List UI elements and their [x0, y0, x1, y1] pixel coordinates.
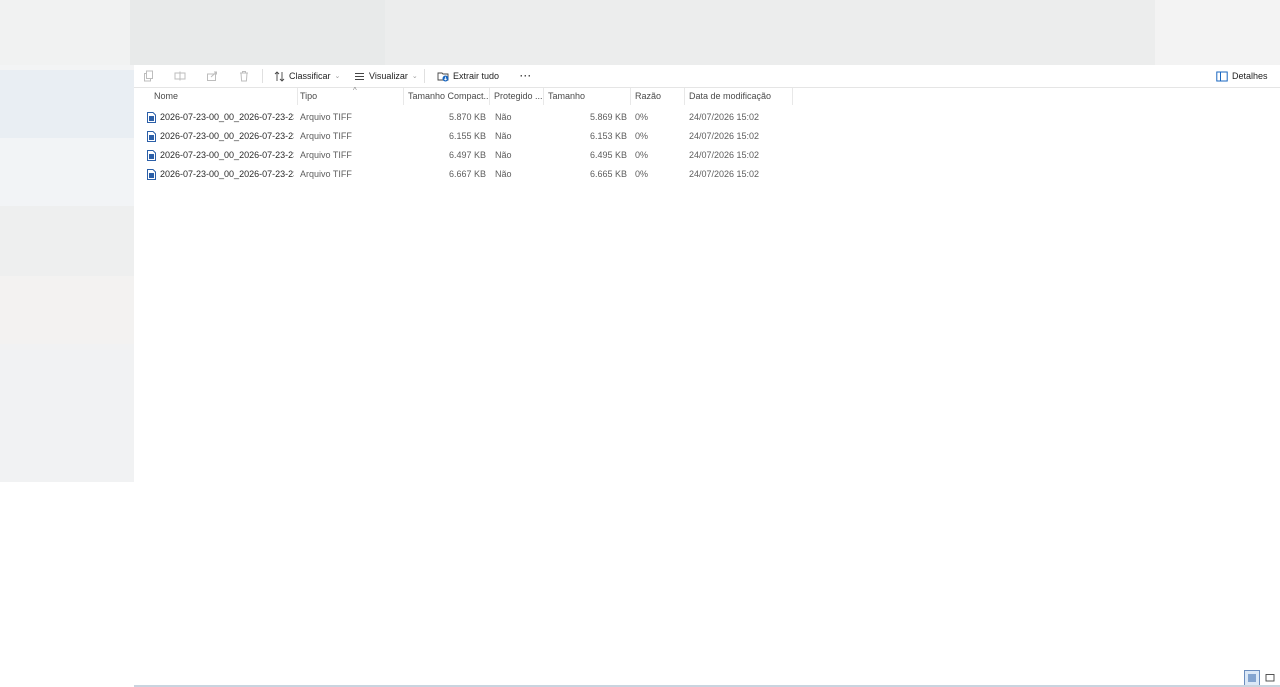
view-button[interactable]: Visualizar ⌄: [354, 68, 418, 84]
file-size: 6.495 KB: [589, 150, 627, 160]
nav-item[interactable]: [0, 344, 134, 482]
tiff-file-icon: [147, 150, 156, 161]
tiff-file-icon: [147, 112, 156, 123]
file-ratio: 0%: [635, 150, 649, 160]
chevron-down-icon: ⌄: [411, 73, 418, 80]
toolbar-separator: [262, 69, 263, 83]
file-size: 6.153 KB: [589, 131, 627, 141]
file-ratio: 0%: [635, 112, 649, 122]
file-compressed-size: 6.667 KB: [448, 169, 486, 179]
search-area: [1155, 0, 1280, 65]
tiff-file-icon: [147, 169, 156, 180]
file-modified: 24/07/2026 15:02: [689, 131, 760, 141]
file-compressed-size: 6.155 KB: [448, 131, 486, 141]
command-bar: Classificar ⌄ Visualizar ⌄ Extrair tudo …: [134, 65, 1280, 88]
view-label: Visualizar: [369, 71, 408, 81]
table-row[interactable]: 2026-07-23-00_00_2026-07-23-23_5... Arqu…: [134, 108, 794, 127]
column-header-type[interactable]: Tipo: [296, 88, 404, 105]
file-type: Arquivo TIFF: [300, 131, 352, 141]
file-size: 6.665 KB: [589, 169, 627, 179]
extract-icon: [437, 72, 449, 82]
file-compressed-size: 6.497 KB: [448, 150, 486, 160]
extract-all-button[interactable]: Extrair tudo: [437, 68, 499, 84]
address-bar-area: [130, 0, 385, 65]
sort-icon: [274, 70, 285, 82]
copy-icon[interactable]: [140, 68, 156, 84]
nav-item[interactable]: [0, 276, 134, 344]
column-header-size[interactable]: Tamanho: [544, 88, 631, 105]
file-type: Arquivo TIFF: [300, 169, 352, 179]
file-size: 5.869 KB: [589, 112, 627, 122]
tiff-file-icon: [147, 131, 156, 142]
chevron-down-icon: ⌄: [334, 73, 341, 80]
details-view-icon[interactable]: [1244, 670, 1260, 686]
table-row[interactable]: 2026-07-23-00_00_2026-07-23-23_5... Arqu…: [134, 165, 794, 184]
file-compressed-size: 5.870 KB: [448, 112, 486, 122]
file-name: 2026-07-23-00_00_2026-07-23-23_5...: [160, 112, 294, 122]
file-protected: Não: [495, 169, 512, 179]
extract-all-label: Extrair tudo: [453, 71, 500, 81]
file-protected: Não: [495, 112, 512, 122]
column-header-row: Nome ^ Tipo Tamanho Compact... Protegido…: [134, 86, 794, 105]
view-icon: [355, 72, 364, 80]
file-type: Arquivo TIFF: [300, 112, 352, 122]
column-header-name[interactable]: Nome: [150, 88, 298, 105]
file-ratio: 0%: [635, 169, 649, 179]
delete-icon[interactable]: [236, 68, 252, 84]
file-name: 2026-07-23-00_00_2026-07-23-23_5...: [160, 169, 294, 179]
file-modified: 24/07/2026 15:02: [689, 169, 760, 179]
file-modified: 24/07/2026 15:02: [689, 150, 760, 160]
file-name: 2026-07-23-00_00_2026-07-23-23_5...: [160, 150, 294, 160]
table-row[interactable]: 2026-07-23-00_00_2026-07-23-23_5... Arqu…: [134, 127, 794, 146]
file-protected: Não: [495, 150, 512, 160]
details-pane-icon: [1216, 71, 1228, 81]
column-header-compressed-size[interactable]: Tamanho Compact...: [404, 88, 490, 105]
details-pane-button[interactable]: Detalhes: [1216, 68, 1268, 84]
file-ratio: 0%: [635, 131, 649, 141]
navigation-pane[interactable]: [0, 65, 134, 482]
file-modified: 24/07/2026 15:02: [689, 112, 760, 122]
table-row[interactable]: 2026-07-23-00_00_2026-07-23-23_5... Arqu…: [134, 146, 794, 165]
nav-item[interactable]: [0, 138, 134, 206]
column-header-protected[interactable]: Protegido ...: [490, 88, 544, 105]
details-label: Detalhes: [1232, 71, 1268, 81]
sort-button[interactable]: Classificar ⌄: [274, 68, 340, 84]
file-type: Arquivo TIFF: [300, 150, 352, 160]
toolbar-separator: [424, 69, 425, 83]
large-icons-view-icon[interactable]: [1262, 670, 1278, 686]
nav-item[interactable]: [0, 70, 134, 138]
file-name: 2026-07-23-00_00_2026-07-23-23_5...: [160, 131, 294, 141]
title-bar-area: [0, 0, 1280, 65]
file-list: 2026-07-23-00_00_2026-07-23-23_5... Arqu…: [134, 108, 794, 184]
column-header-modified[interactable]: Data de modificação: [685, 88, 793, 105]
sort-label: Classificar: [289, 71, 331, 81]
file-protected: Não: [495, 131, 512, 141]
rename-icon[interactable]: [172, 68, 188, 84]
title-bar-segment: [0, 0, 130, 65]
view-switcher: [1244, 670, 1280, 686]
nav-item[interactable]: [0, 206, 134, 276]
column-header-ratio[interactable]: Razão: [631, 88, 685, 105]
more-options-button[interactable]: ···: [520, 68, 532, 84]
share-icon[interactable]: [204, 68, 220, 84]
